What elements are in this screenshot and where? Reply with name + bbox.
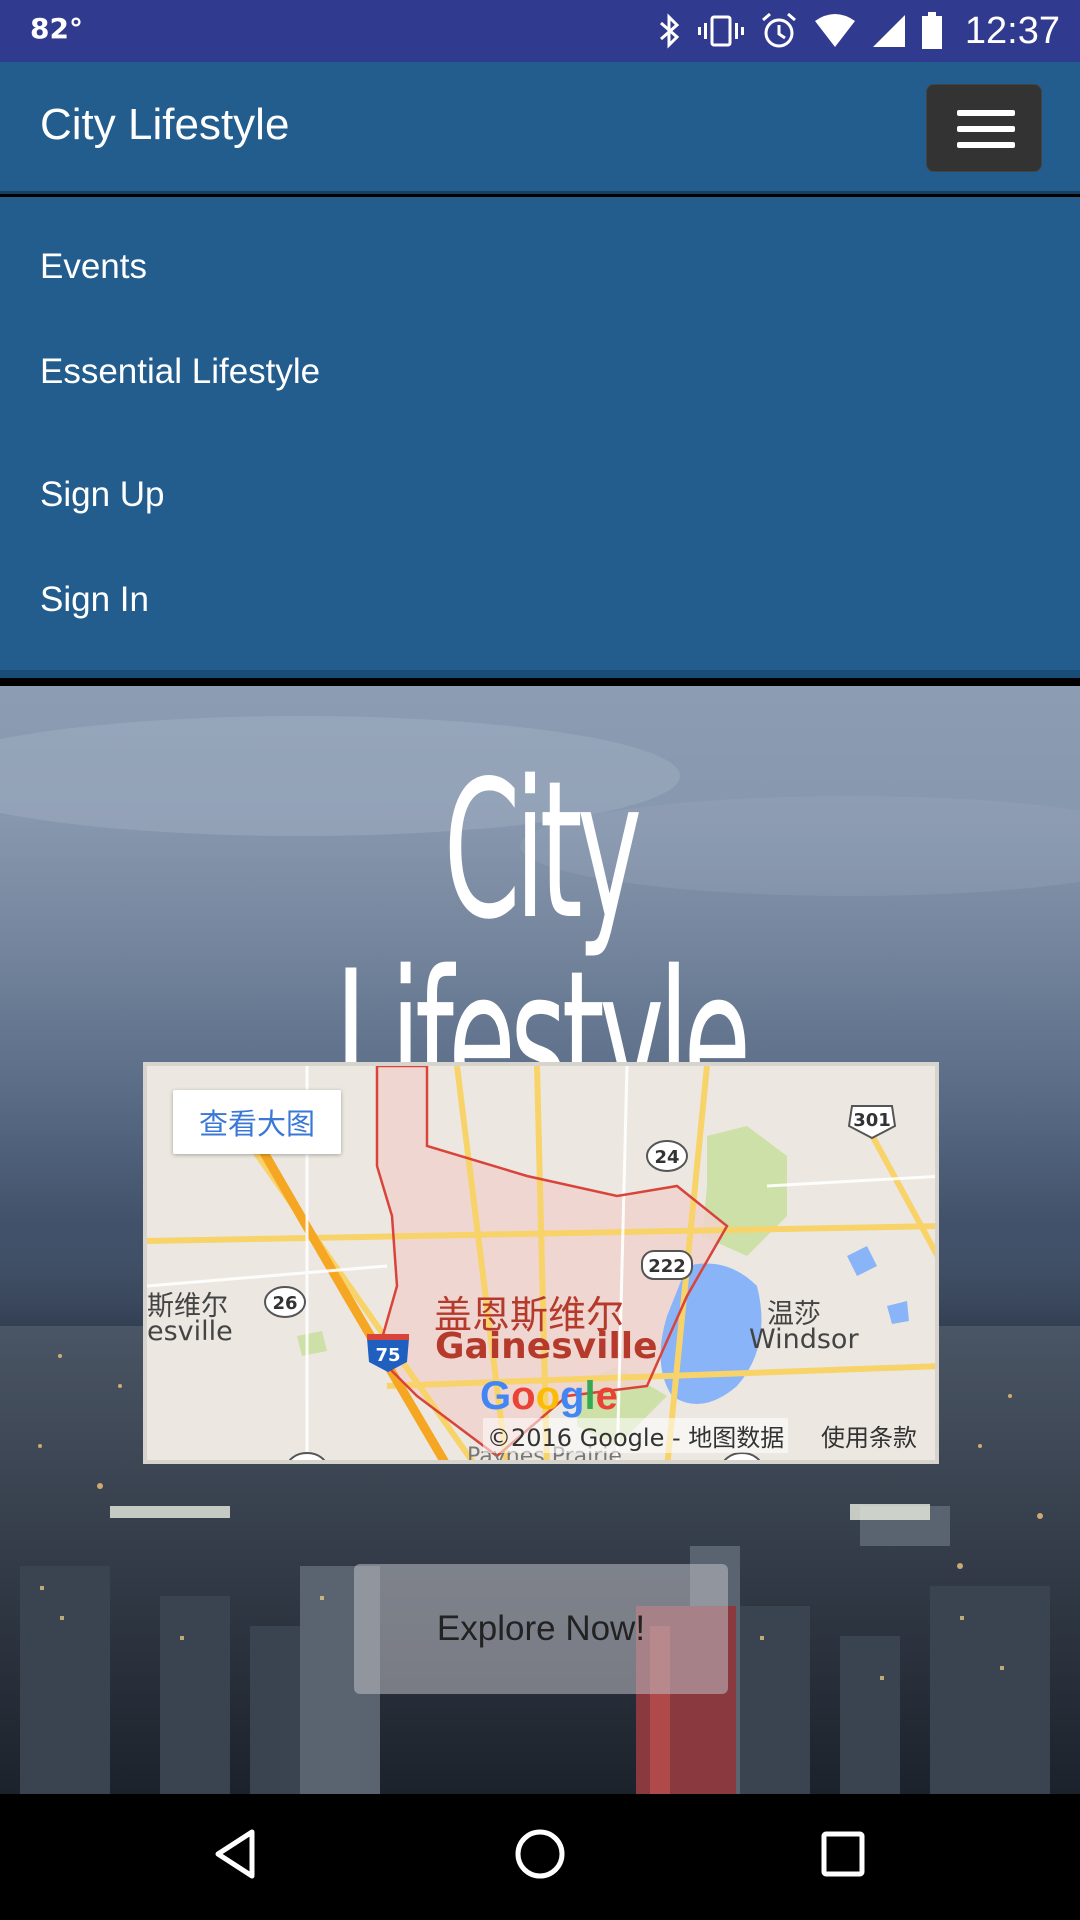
system-nav-bar	[0, 1794, 1080, 1920]
map-attribution: ©2016 Google - 地图数据	[483, 1418, 789, 1453]
status-icons: 12:37	[657, 0, 1060, 62]
view-larger-map-button[interactable]: 查看大图	[173, 1090, 341, 1154]
route-shield-26: 26	[264, 1286, 306, 1318]
home-icon[interactable]	[512, 1824, 568, 1884]
cell-signal-icon	[872, 15, 905, 47]
svg-text:222: 222	[648, 1256, 686, 1277]
status-bar: 82° 12:37	[0, 0, 1080, 62]
hero-section: City Lifestyle 301 24 222 26 75 查看大图 盖恩斯…	[0, 686, 1080, 1794]
svg-text:26: 26	[272, 1293, 297, 1314]
google-logo: Google	[480, 1374, 618, 1418]
temperature-indicator: 82°	[30, 12, 83, 45]
map-terms-link[interactable]: 使用条款	[821, 1418, 917, 1453]
explore-now-button[interactable]: Explore Now!	[354, 1564, 728, 1694]
bluetooth-icon	[659, 13, 680, 49]
nav-menu: Events Essential Lifestyle Sign Up Sign …	[0, 197, 1080, 678]
route-shield-24: 24	[646, 1140, 688, 1172]
alarm-icon	[761, 12, 796, 48]
clock: 12:37	[964, 9, 1060, 52]
wifi-icon	[814, 14, 855, 47]
map-label-west-en: esville	[147, 1316, 233, 1347]
brand-link[interactable]: City Lifestyle	[40, 100, 289, 150]
svg-text:301: 301	[853, 1110, 891, 1131]
svg-text:20: 20	[729, 1458, 754, 1464]
route-shield-20: 20	[723, 1452, 761, 1464]
nav-item-events[interactable]: Events	[40, 247, 147, 287]
nav-item-sign-up[interactable]: Sign Up	[40, 475, 165, 515]
route-shield-222: 222	[641, 1250, 693, 1280]
map-embed[interactable]: 301 24 222 26 75 查看大图 盖恩斯维尔 Gainesville …	[143, 1062, 939, 1464]
svg-text:75: 75	[375, 1345, 400, 1366]
map-city-label-en: Gainesville	[435, 1326, 658, 1367]
recents-icon[interactable]	[818, 1824, 868, 1884]
route-shield-301: 301	[847, 1105, 897, 1140]
app-header: City Lifestyle	[0, 62, 1080, 194]
back-icon[interactable]	[210, 1824, 260, 1884]
route-shield-24-south: 24	[288, 1452, 326, 1464]
svg-text:24: 24	[654, 1147, 679, 1168]
vibrate-icon	[697, 15, 744, 47]
nav-item-sign-in[interactable]: Sign In	[40, 580, 149, 620]
nav-item-essential-lifestyle[interactable]: Essential Lifestyle	[40, 352, 320, 392]
menu-toggle-button[interactable]	[926, 84, 1042, 172]
svg-text:24: 24	[294, 1458, 319, 1464]
map-label-windsor-en: Windsor	[749, 1324, 859, 1355]
battery-icon	[921, 12, 942, 49]
